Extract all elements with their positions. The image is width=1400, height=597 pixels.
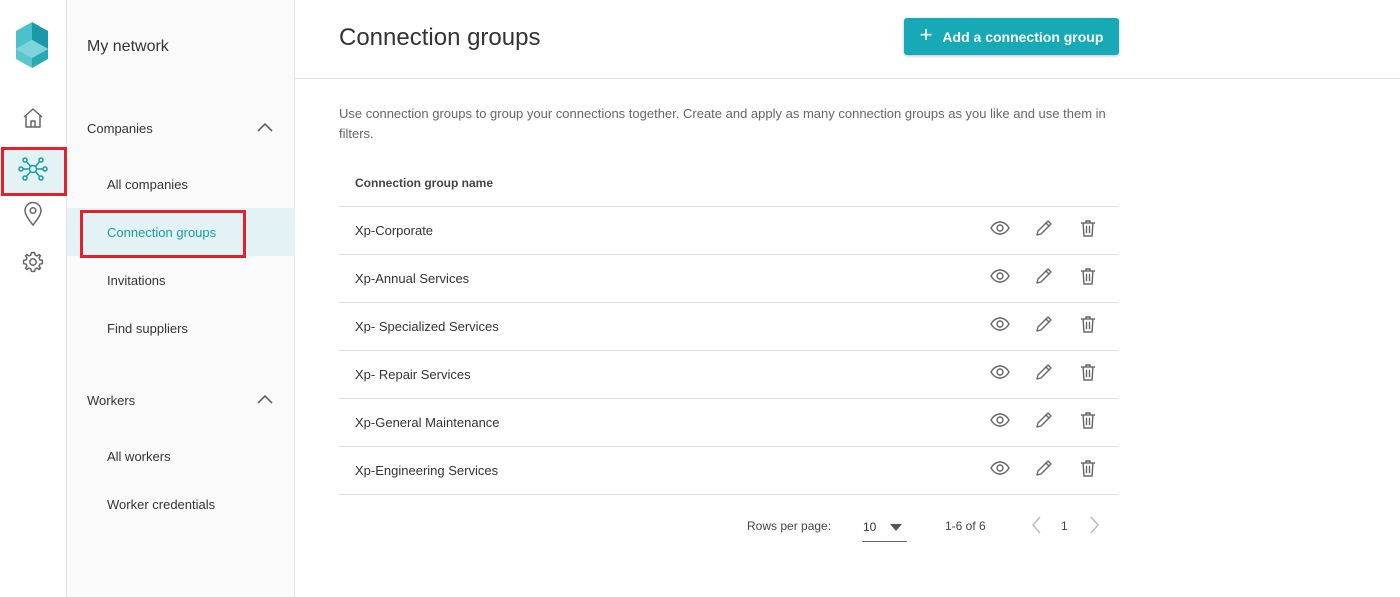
network-icon <box>18 156 48 187</box>
edit-button[interactable] <box>1033 364 1055 386</box>
connection-group-name: Xp-General Maintenance <box>355 415 500 430</box>
connection-group-name: Xp-Corporate <box>355 223 434 238</box>
trash-icon <box>1080 219 1096 242</box>
pencil-icon <box>1035 411 1053 434</box>
nav-locations[interactable] <box>0 194 66 238</box>
eye-icon <box>990 461 1010 480</box>
sidebar-section-companies[interactable]: Companies <box>67 108 295 148</box>
sidebar-item-connection-groups[interactable]: Connection groups <box>67 208 295 256</box>
sidebar-item-all-workers[interactable]: All workers <box>67 432 295 480</box>
page-description: Use connection groups to group your conn… <box>339 106 1106 141</box>
page-range: 1-6 of 6 <box>945 519 986 533</box>
add-connection-group-button[interactable]: + Add a connection group <box>904 18 1119 55</box>
chevron-up-icon <box>257 119 273 137</box>
icon-rail <box>0 0 67 597</box>
view-button[interactable] <box>989 412 1011 434</box>
table-row[interactable]: Xp- Specialized Services <box>339 303 1119 351</box>
connection-group-name: Xp- Repair Services <box>355 367 471 382</box>
nav-home[interactable] <box>0 98 66 142</box>
view-button[interactable] <box>989 220 1011 242</box>
edit-button[interactable] <box>1033 460 1055 482</box>
delete-button[interactable] <box>1077 364 1099 386</box>
eye-icon <box>990 317 1010 336</box>
row-actions <box>989 447 1099 494</box>
rows-per-page-label: Rows per page: <box>747 519 832 533</box>
trash-icon <box>1080 459 1096 482</box>
delete-button[interactable] <box>1077 460 1099 482</box>
table-row[interactable]: Xp-General Maintenance <box>339 399 1119 447</box>
chevron-up-icon <box>257 391 273 409</box>
column-header-name[interactable]: Connection group name <box>339 160 1119 207</box>
page-header: Connection groups + Add a connection gro… <box>295 0 1400 79</box>
delete-button[interactable] <box>1077 316 1099 338</box>
connection-group-name: Xp- Specialized Services <box>355 319 499 334</box>
eye-icon <box>990 221 1010 240</box>
sidebar-item-worker-credentials[interactable]: Worker credentials <box>67 480 295 528</box>
pagination: Rows per page: 10 1-6 of 6 1 <box>339 505 1119 545</box>
pencil-icon <box>1035 219 1053 242</box>
connection-groups-table: Connection group name Xp-Corporate Xp-Ann… <box>339 160 1119 495</box>
row-actions <box>989 303 1099 350</box>
delete-button[interactable] <box>1077 268 1099 290</box>
table-row[interactable]: Xp-Annual Services <box>339 255 1119 303</box>
sidebar-title: My network <box>87 38 169 55</box>
table-row[interactable]: Xp-Engineering Services <box>339 447 1119 495</box>
edit-button[interactable] <box>1033 220 1055 242</box>
chevron-right-icon <box>1090 516 1099 534</box>
sidebar-item-all-companies[interactable]: All companies <box>67 160 295 208</box>
pencil-icon <box>1035 459 1053 482</box>
row-actions <box>989 207 1099 254</box>
plus-icon: + <box>919 22 933 47</box>
home-icon <box>21 106 45 135</box>
rows-per-page-select[interactable]: 10 <box>862 512 907 542</box>
sidebar: My network Companies All companies Conne… <box>67 0 295 597</box>
rows-per-page-value: 10 <box>863 519 877 534</box>
nav-settings[interactable] <box>0 242 66 286</box>
sidebar-item-invitations[interactable]: Invitations <box>67 256 295 304</box>
connection-group-name: Xp-Engineering Services <box>355 463 499 478</box>
sidebar-item-find-suppliers[interactable]: Find suppliers <box>67 304 295 352</box>
add-button-label: Add a connection group <box>942 28 1104 45</box>
pencil-icon <box>1035 267 1053 290</box>
eye-icon <box>990 269 1010 288</box>
page-title: Connection groups <box>339 24 541 51</box>
current-page[interactable]: 1 <box>1061 519 1068 533</box>
edit-button[interactable] <box>1033 412 1055 434</box>
section-label: Workers <box>87 392 136 408</box>
trash-icon <box>1080 411 1096 434</box>
row-actions <box>989 255 1099 302</box>
eye-icon <box>990 413 1010 432</box>
previous-page-button[interactable] <box>1029 515 1045 535</box>
trash-icon <box>1080 315 1096 338</box>
nav-network[interactable] <box>0 148 66 194</box>
connection-group-name: Xp-Annual Services <box>355 271 470 286</box>
edit-button[interactable] <box>1033 316 1055 338</box>
location-pin-icon <box>22 201 44 232</box>
edit-button[interactable] <box>1033 268 1055 290</box>
app-logo[interactable] <box>14 22 50 68</box>
table-row[interactable]: Xp- Repair Services <box>339 351 1119 399</box>
pencil-icon <box>1035 315 1053 338</box>
view-button[interactable] <box>989 268 1011 290</box>
delete-button[interactable] <box>1077 220 1099 242</box>
row-actions <box>989 351 1099 398</box>
section-label: Companies <box>87 120 153 136</box>
sidebar-section-workers[interactable]: Workers <box>67 380 295 420</box>
table-row[interactable]: Xp-Corporate <box>339 207 1119 255</box>
row-actions <box>989 399 1099 446</box>
view-button[interactable] <box>989 460 1011 482</box>
pencil-icon <box>1035 363 1053 386</box>
trash-icon <box>1080 267 1096 290</box>
trash-icon <box>1080 363 1096 386</box>
gear-icon <box>21 250 45 279</box>
view-button[interactable] <box>989 316 1011 338</box>
caret-down-icon <box>890 524 902 531</box>
chevron-left-icon <box>1032 516 1041 534</box>
app: My network Companies All companies Conne… <box>0 0 1400 597</box>
next-page-button[interactable] <box>1086 515 1102 535</box>
eye-icon <box>990 365 1010 384</box>
delete-button[interactable] <box>1077 412 1099 434</box>
view-button[interactable] <box>989 364 1011 386</box>
